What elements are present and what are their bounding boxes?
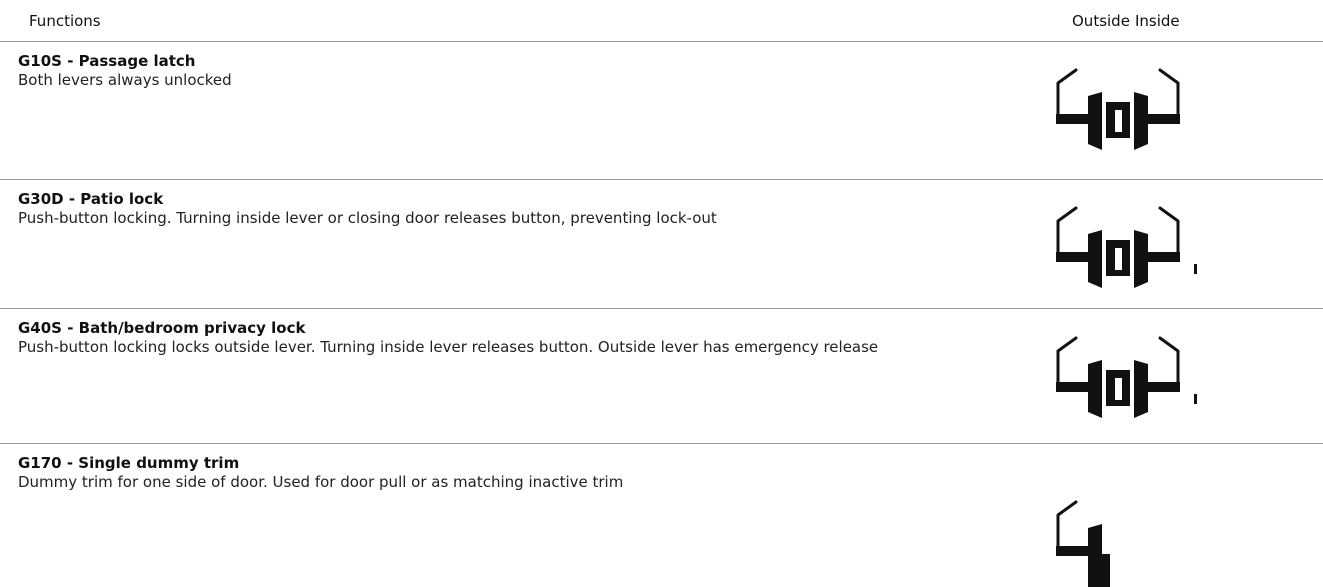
patio-lock-diagram-icon (1038, 204, 1208, 312)
privacy-lock-diagram-icon (1038, 334, 1208, 442)
lock-functions-table: Functions Outside Inside G10S - Passage … (0, 0, 1323, 587)
function-title: G40S - Bath/bedroom privacy lock (18, 319, 306, 337)
function-description: Dummy trim for one side of door. Used fo… (18, 473, 624, 491)
function-title: G10S - Passage latch (18, 52, 196, 70)
table-header: Functions Outside Inside (0, 0, 1323, 42)
table-row: G30D - Patio lock Push-button locking. T… (0, 180, 1323, 309)
function-title: G30D - Patio lock (18, 190, 164, 208)
function-title: G170 - Single dummy trim (18, 454, 240, 472)
table-row: G170 - Single dummy trim Dummy trim for … (0, 444, 1323, 587)
functions-column-header: Functions (29, 12, 101, 30)
table-row: G40S - Bath/bedroom privacy lock Push-bu… (0, 309, 1323, 444)
function-description: Both levers always unlocked (18, 71, 232, 89)
inside-column-header: Inside (1135, 12, 1180, 30)
table-row: G10S - Passage latch Both levers always … (0, 42, 1323, 180)
dummy-trim-diagram-icon (1038, 498, 1118, 587)
passage-latch-diagram-icon (1038, 66, 1198, 174)
outside-column-header: Outside (1072, 12, 1130, 30)
function-description: Push-button locking. Turning inside leve… (18, 209, 717, 227)
function-description: Push-button locking locks outside lever.… (18, 338, 879, 356)
